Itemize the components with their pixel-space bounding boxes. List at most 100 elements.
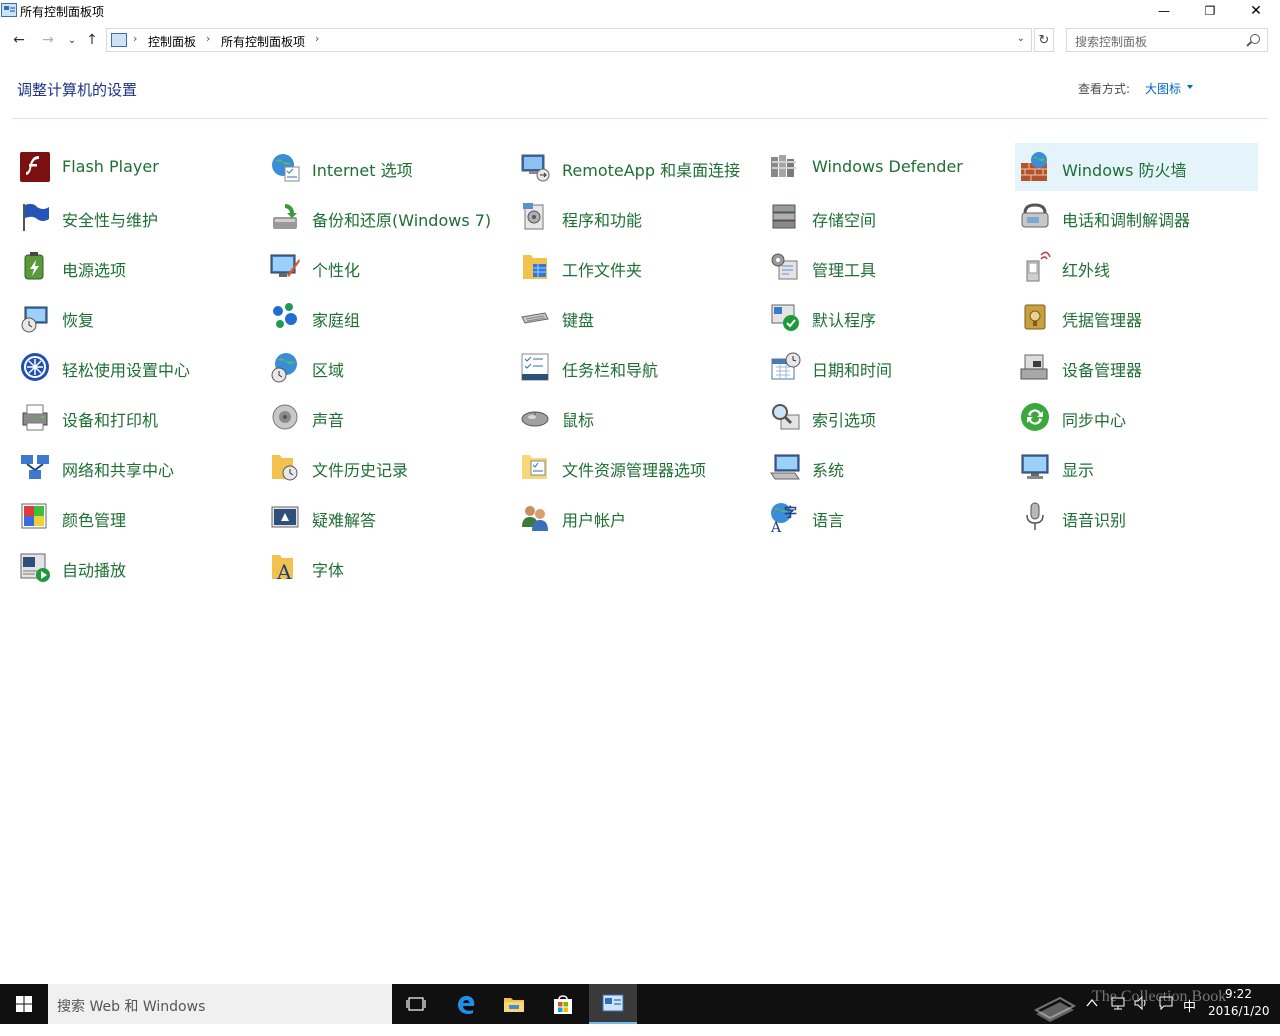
control-panel-item-sound[interactable]: 声音 (265, 393, 508, 441)
chevron-down-icon[interactable] (1187, 85, 1193, 89)
taskbar-search-box[interactable]: 搜索 Web 和 Windows (48, 984, 392, 1024)
item-label: RemoteApp 和桌面连接 (562, 161, 741, 180)
close-button[interactable]: ✕ (1233, 0, 1279, 22)
up-button[interactable]: ↑ (82, 30, 102, 50)
language-icon: 字A (769, 501, 801, 536)
item-label: 存储空间 (812, 211, 877, 230)
control-panel-item-troubleshooting[interactable]: 疑难解答 (265, 493, 508, 541)
speech-recognition-icon (1019, 501, 1051, 533)
power-options-icon (19, 251, 51, 283)
control-panel-item-mouse[interactable]: 鼠标 (515, 393, 758, 441)
watermark-text: The Collection Book (1092, 988, 1227, 1005)
control-panel-item-power-options[interactable]: 电源选项 (15, 243, 258, 291)
breadcrumb-separator[interactable]: › (133, 32, 137, 45)
control-panel-item-region[interactable]: 区域 (265, 343, 508, 391)
file-explorer-button[interactable] (490, 984, 538, 1024)
file-history-icon (269, 451, 301, 483)
control-panel-item-color-management[interactable]: 颜色管理 (15, 493, 258, 541)
control-panel-item-display[interactable]: 显示 (1015, 443, 1258, 491)
folder-icon (504, 998, 524, 1012)
search-input[interactable]: 搜索控制面板 (1066, 28, 1268, 52)
control-panel-item-programs-features[interactable]: 程序和功能 (515, 193, 758, 241)
item-label: 安全性与维护 (62, 211, 159, 230)
control-panel-item-devices-printers[interactable]: 设备和打印机 (15, 393, 258, 441)
svg-text:A: A (770, 520, 782, 533)
control-panel-item-windows-defender[interactable]: Windows Defender (765, 143, 1008, 191)
back-button[interactable]: ← (9, 30, 29, 50)
restore-button[interactable]: ❐ (1187, 0, 1233, 22)
control-panel-item-flash-player[interactable]: Flash Player (15, 143, 258, 191)
control-panel-item-remoteapp[interactable]: RemoteApp 和桌面连接 (515, 143, 758, 191)
breadcrumb-all-items[interactable]: 所有控制面板项 (221, 33, 305, 50)
search-icon[interactable] (1250, 34, 1260, 44)
item-label: 文件历史记录 (312, 461, 409, 480)
control-panel-item-file-explorer-options[interactable]: 文件资源管理器选项 (515, 443, 758, 491)
control-panel-item-file-history[interactable]: 文件历史记录 (265, 443, 508, 491)
control-panel-item-infrared[interactable]: 红外线 (1015, 243, 1258, 291)
display-icon (1019, 451, 1051, 483)
control-panel-item-firewall[interactable]: Windows 防火墙 (1015, 143, 1258, 191)
control-panel-item-network-sharing[interactable]: 网络和共享中心 (15, 443, 258, 491)
minimize-button[interactable]: — (1141, 0, 1187, 22)
item-label: 疑难解答 (312, 511, 377, 530)
item-label: 程序和功能 (562, 211, 643, 230)
address-bar[interactable]: › 控制面板 › 所有控制面板项 › ⌄ (106, 28, 1032, 52)
recent-locations-button[interactable]: ⌄ (62, 30, 82, 50)
forward-button[interactable]: → (38, 30, 58, 50)
control-panel-item-phone-modem[interactable]: 电话和调制解调器 (1015, 193, 1258, 241)
control-panel-item-internet-options[interactable]: Internet 选项 (265, 143, 508, 191)
item-label: 索引选项 (812, 411, 877, 430)
view-by-dropdown[interactable]: 大图标 (1145, 80, 1181, 97)
control-panel-item-user-accounts[interactable]: 用户帐户 (515, 493, 758, 541)
control-panel-item-system[interactable]: 系统 (765, 443, 1008, 491)
control-panel-item-date-time[interactable]: 日期和时间 (765, 343, 1008, 391)
refresh-button[interactable]: ↻ (1034, 28, 1054, 52)
control-panel-item-autoplay[interactable]: 自动播放 (15, 543, 258, 591)
address-dropdown-button[interactable]: ⌄ (1017, 33, 1025, 44)
item-label: 轻松使用设置中心 (62, 361, 191, 380)
task-view-button[interactable] (392, 984, 440, 1024)
clock-time[interactable]: 9:22 (1225, 987, 1252, 1001)
firewall-icon (1019, 151, 1051, 183)
control-panel-taskbar-button[interactable] (589, 984, 637, 1024)
breadcrumb-control-panel[interactable]: 控制面板 (148, 33, 196, 50)
control-panel-item-taskbar-navigation[interactable]: 任务栏和导航 (515, 343, 758, 391)
store-button[interactable] (539, 984, 587, 1024)
clock-date[interactable]: 2016/1/20 (1208, 1004, 1270, 1018)
control-panel-item-ease-of-access[interactable]: 轻松使用设置中心 (15, 343, 258, 391)
control-panel-item-homegroup[interactable]: 家庭组 (265, 293, 508, 341)
control-panel-item-personalization[interactable]: 个性化 (265, 243, 508, 291)
windows-logo-icon (16, 996, 32, 1012)
control-panel-item-device-manager[interactable]: 设备管理器 (1015, 343, 1258, 391)
item-label: 语音识别 (1062, 511, 1127, 530)
internet-options-icon (269, 151, 301, 183)
control-panel-item-language[interactable]: 字 A 语言 (765, 493, 1008, 541)
control-panel-item-indexing-options[interactable]: 索引选项 (765, 393, 1008, 441)
book-watermark-icon (1030, 984, 1080, 1024)
device-manager-icon (1019, 351, 1051, 383)
control-panel-item-default-programs[interactable]: 默认程序 (765, 293, 1008, 341)
control-panel-item-recovery[interactable]: 恢复 (15, 293, 258, 341)
control-panel-item-backup-restore[interactable]: 备份和还原(Windows 7) (265, 193, 508, 241)
control-panel-item-storage-spaces[interactable]: 存储空间 (765, 193, 1008, 241)
control-panel-item-keyboard[interactable]: 键盘 (515, 293, 758, 341)
breadcrumb-separator[interactable]: › (206, 32, 210, 45)
start-button[interactable] (0, 984, 48, 1024)
item-label: 管理工具 (812, 261, 877, 280)
recovery-icon (19, 301, 51, 333)
control-panel-item-admin-tools[interactable]: 管理工具 (765, 243, 1008, 291)
breadcrumb-separator[interactable]: › (315, 32, 319, 45)
item-label: 恢复 (62, 311, 95, 330)
item-label: 区域 (312, 361, 345, 380)
control-panel-item-fonts[interactable]: A 字体 (265, 543, 508, 591)
store-icon (554, 995, 572, 1014)
item-label: 网络和共享中心 (62, 461, 175, 480)
control-panel-item-speech-recognition[interactable]: 语音识别 (1015, 493, 1258, 541)
control-panel-item-credential-manager[interactable]: 凭据管理器 (1015, 293, 1258, 341)
control-panel-item-work-folders[interactable]: 工作文件夹 (515, 243, 758, 291)
edge-button[interactable] (442, 984, 490, 1024)
control-panel-item-sync-center[interactable]: 同步中心 (1015, 393, 1258, 441)
programs-features-icon (519, 201, 551, 233)
infrared-icon (1019, 251, 1051, 283)
control-panel-item-security-flag[interactable]: 安全性与维护 (15, 193, 258, 241)
